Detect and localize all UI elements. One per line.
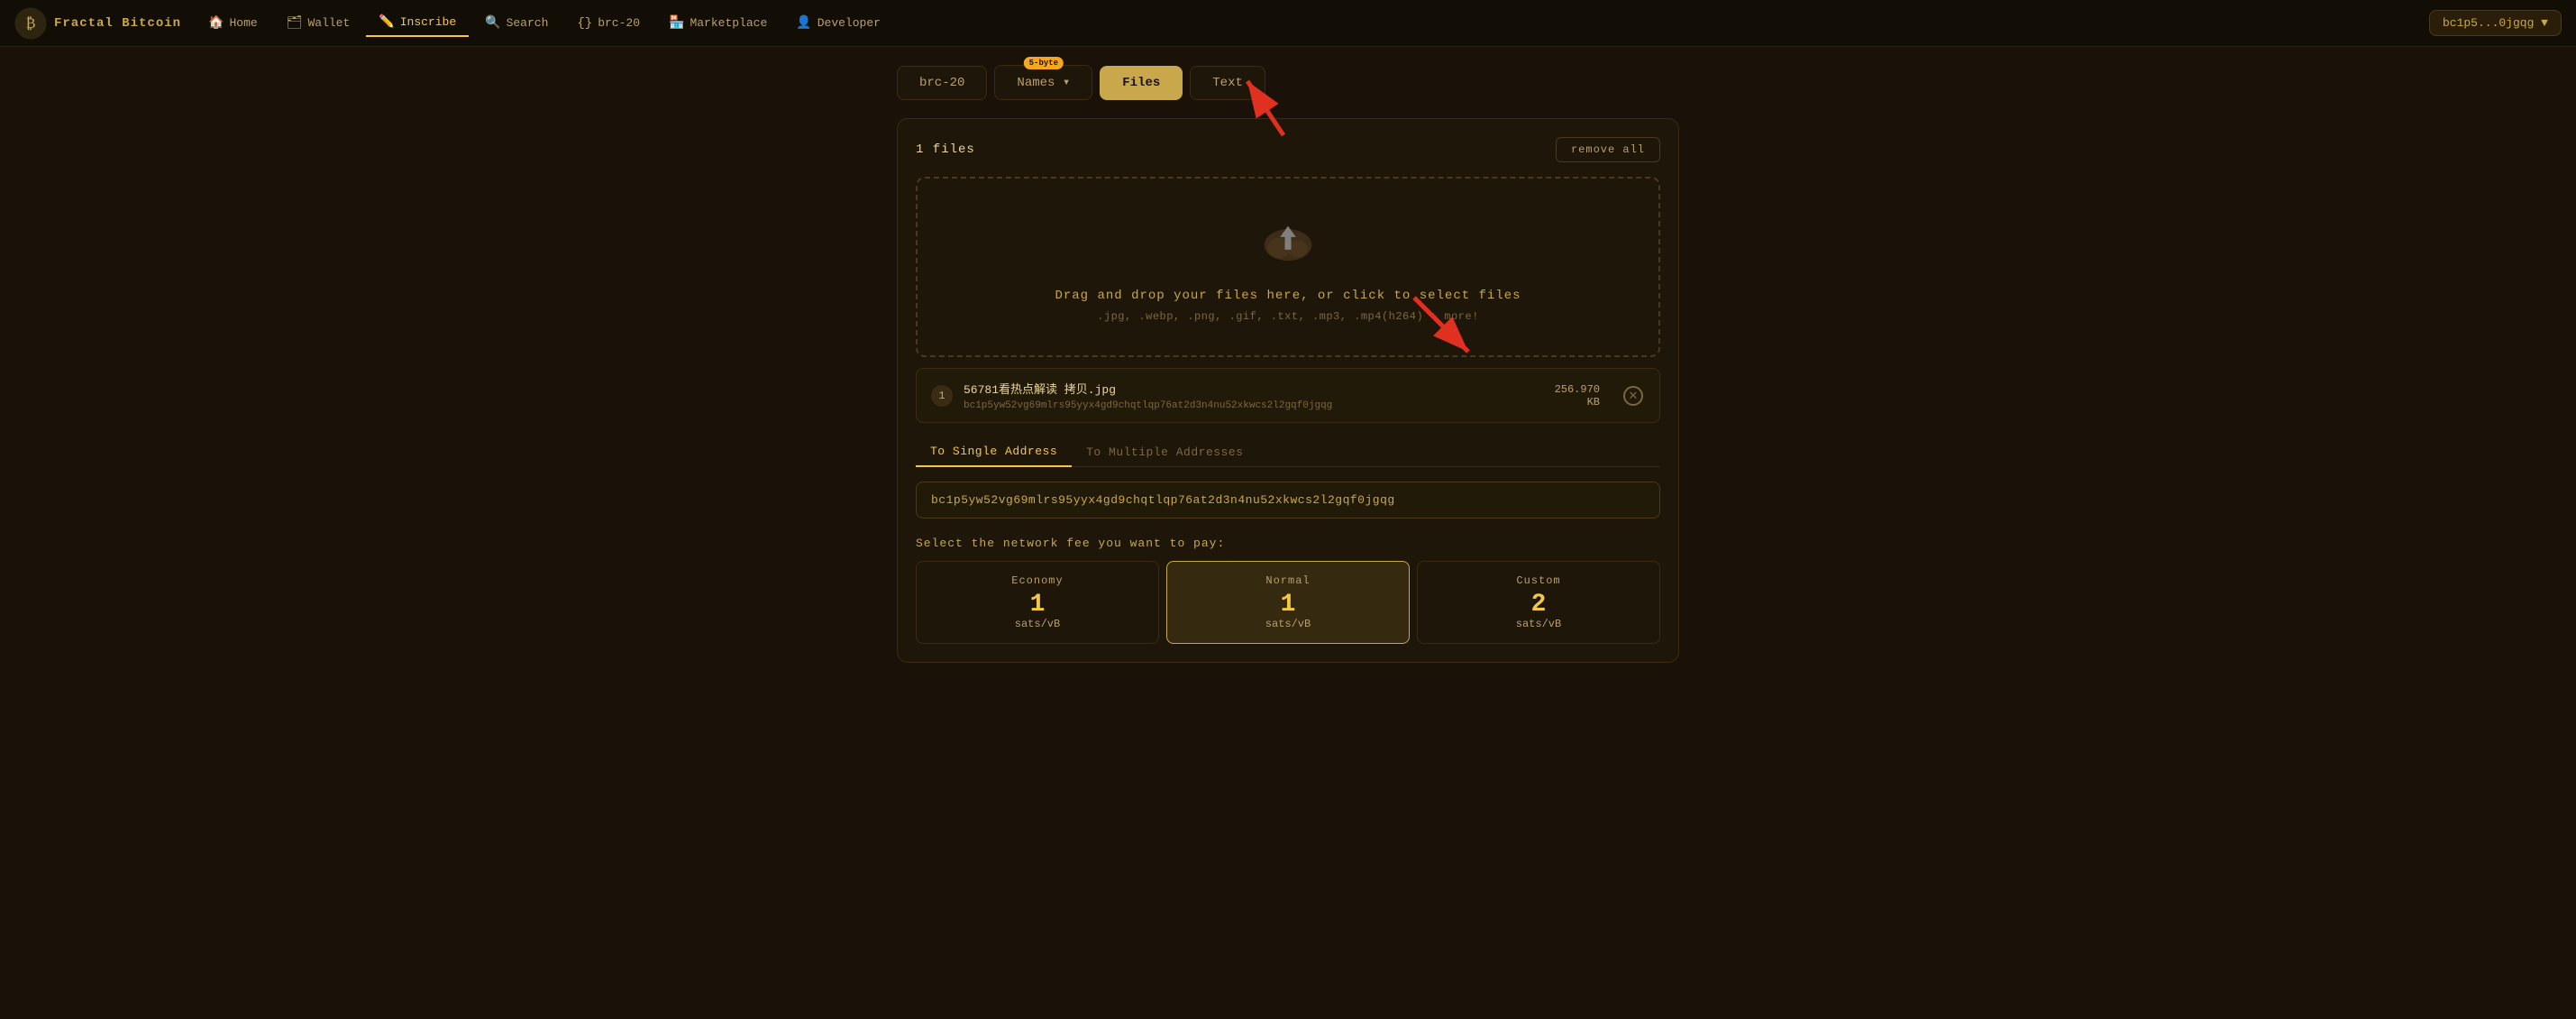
navbar: ₿ Fractal Bitcoin 🏠 Home 🗂 Wallet ✏️ Ins… (0, 0, 2576, 47)
inscription-tabs: brc-20 5-byte Names ▾ Files Text (897, 65, 1679, 100)
panel-header: 1 files remove all (916, 137, 1660, 162)
nav-label-search: Search (507, 16, 549, 30)
nav-label-brc20: brc-20 (598, 16, 640, 30)
file-remove-button[interactable]: ✕ (1621, 384, 1645, 408)
file-address: bc1p5yw52vg69mlrs95yyx4gd9chqtlqp76at2d3… (964, 400, 1544, 411)
pencil-icon: ✏️ (379, 14, 394, 30)
wallet-connect-button[interactable]: bc1p5...0jgqg ▼ (2429, 10, 2562, 36)
search-icon: 🔍 (485, 15, 500, 31)
fee-normal-label: Normal (1176, 574, 1400, 587)
brc20-icon: {} (577, 16, 592, 31)
nav-label-marketplace: Marketplace (690, 16, 767, 30)
wallet-address: bc1p5...0jgqg ▼ (2443, 16, 2548, 30)
nav-label-wallet: Wallet (307, 16, 350, 30)
addr-tab-multiple[interactable]: To Multiple Addresses (1072, 437, 1257, 466)
file-list-item: 1 56781看热点解读 拷贝.jpg bc1p5yw52vg69mlrs95y… (916, 368, 1660, 423)
tab-text[interactable]: Text (1190, 66, 1265, 100)
fee-custom-label: Custom (1427, 574, 1650, 587)
file-size-unit: KB (1555, 396, 1600, 409)
fee-economy-amount: 1 (926, 592, 1149, 618)
nav-label-developer: Developer (818, 16, 881, 30)
logo-icon: ₿ (14, 7, 47, 40)
marketplace-icon: 🏪 (669, 15, 684, 31)
tab-brc20[interactable]: brc-20 (897, 66, 987, 100)
file-size-value: 256.970 (1555, 383, 1600, 396)
five-byte-badge: 5-byte (1024, 57, 1064, 69)
tab-files[interactable]: Files (1100, 66, 1183, 100)
nav-item-home[interactable]: 🏠 Home (196, 10, 270, 36)
fee-select-label: Select the network fee you want to pay: (916, 537, 1660, 550)
nav-item-inscribe[interactable]: ✏️ Inscribe (366, 9, 469, 37)
nav-logo[interactable]: ₿ Fractal Bitcoin (14, 7, 181, 40)
fee-normal-unit: sats/vB (1176, 618, 1400, 630)
main-content: brc-20 5-byte Names ▾ Files Text 1 files… (882, 47, 1694, 681)
nav-item-brc20[interactable]: {} brc-20 (564, 11, 653, 36)
nav-item-wallet[interactable]: 🗂 Wallet (274, 10, 363, 36)
files-count: 1 files (916, 142, 975, 157)
nav-item-marketplace[interactable]: 🏪 Marketplace (656, 10, 780, 36)
file-name: 56781看热点解读 拷贝.jpg (964, 380, 1544, 397)
file-drop-zone[interactable]: Drag and drop your files here, or click … (916, 177, 1660, 357)
recipient-address-input[interactable] (916, 482, 1660, 519)
fee-economy[interactable]: Economy 1 sats/vB (916, 561, 1159, 644)
fee-economy-unit: sats/vB (926, 618, 1149, 630)
upload-icon (1256, 211, 1320, 274)
brand-name: Fractal Bitcoin (54, 16, 181, 31)
address-tabs: To Single Address To Multiple Addresses (916, 437, 1660, 467)
close-circle-icon: ✕ (1623, 386, 1643, 406)
tab-names[interactable]: 5-byte Names ▾ (994, 65, 1092, 100)
svg-text:₿: ₿ (25, 15, 35, 32)
fee-normal[interactable]: Normal 1 sats/vB (1166, 561, 1410, 644)
home-icon: 🏠 (208, 15, 224, 31)
nav-item-search[interactable]: 🔍 Search (472, 10, 561, 36)
remove-all-button[interactable]: remove all (1556, 137, 1660, 162)
fee-economy-label: Economy (926, 574, 1149, 587)
fee-options: Economy 1 sats/vB Normal 1 sats/vB Custo… (916, 561, 1660, 644)
addr-tab-single[interactable]: To Single Address (916, 437, 1072, 467)
fee-custom-amount: 2 (1427, 592, 1650, 618)
cloud-upload-svg (1256, 211, 1320, 274)
nav-label-inscribe: Inscribe (400, 15, 456, 29)
nav-item-developer[interactable]: 👤 Developer (783, 10, 893, 36)
file-index: 1 (931, 385, 953, 407)
wallet-icon: 🗂 (287, 15, 303, 31)
developer-icon: 👤 (796, 15, 811, 31)
inscribe-panel: 1 files remove all Drag and drop your fi… (897, 118, 1679, 663)
drop-zone-main-text: Drag and drop your files here, or click … (936, 289, 1640, 303)
file-size: 256.970 KB (1555, 383, 1600, 409)
fee-custom[interactable]: Custom 2 sats/vB (1417, 561, 1660, 644)
drop-zone-sub-text: .jpg, .webp, .png, .gif, .txt, .mp3, .mp… (936, 310, 1640, 323)
file-info: 56781看热点解读 拷贝.jpg bc1p5yw52vg69mlrs95yyx… (964, 380, 1544, 411)
nav-label-home: Home (229, 16, 257, 30)
fee-normal-amount: 1 (1176, 592, 1400, 618)
fee-custom-unit: sats/vB (1427, 618, 1650, 630)
